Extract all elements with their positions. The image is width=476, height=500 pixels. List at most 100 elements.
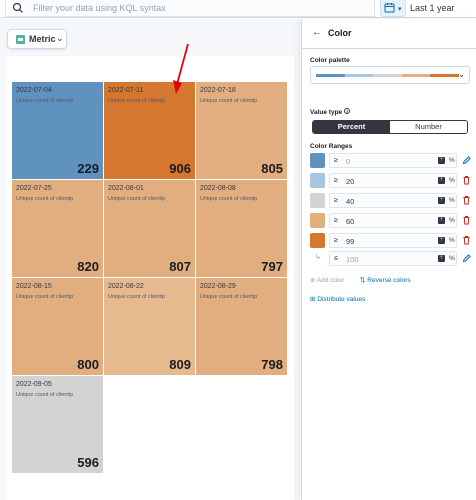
tile-value: 805 <box>261 161 283 176</box>
tile-value: 820 <box>77 259 99 274</box>
color-range-row: ≥20 ⇡% <box>310 173 470 189</box>
range-value-field[interactable]: ≥20 ⇡% <box>329 173 457 188</box>
date-range-label[interactable]: Last 1 year <box>410 3 455 13</box>
color-range-row: ≥60 ⇡% <box>310 213 470 229</box>
palette-segment <box>344 74 374 77</box>
help-icon[interactable]: ? <box>344 108 351 114</box>
auto-value-icon[interactable]: ⇡ <box>438 197 445 204</box>
metric-tile: 2022-07-04 Unique count of clientip 229 <box>12 82 104 180</box>
range-end-value: 100 <box>346 255 359 264</box>
tile-date: 2022-08-15 <box>16 283 52 290</box>
range-value-field[interactable]: ≥0 ⇡% <box>329 153 457 168</box>
tile-value: 906 <box>169 161 191 176</box>
corner-icon: ↳ <box>315 254 321 261</box>
value-type-number-button[interactable]: Number <box>390 121 467 133</box>
metric-tile: 2022-07-25 Unique count of clientip 820 <box>12 180 104 278</box>
palette-segment <box>316 74 345 77</box>
tile-value: 800 <box>77 357 99 372</box>
auto-value-icon[interactable]: ⇡ <box>438 255 445 262</box>
date-quick-menu-button[interactable]: ▾ <box>380 0 406 17</box>
color-range-row: ≥0 ⇡% <box>310 153 471 169</box>
range-color-swatch[interactable] <box>310 213 325 228</box>
workspace: Metric ⌄ 2022-07-04 Unique count of clien… <box>0 19 300 500</box>
tile-date: 2022-09-05 <box>16 381 52 388</box>
tile-metric-label: Unique count of clientip <box>200 294 258 300</box>
trash-icon[interactable] <box>462 175 471 185</box>
tile-metric-label: Unique count of clientip <box>16 294 74 300</box>
value-type-toggle: Percent Number <box>312 120 468 134</box>
flyout-header: ← Color <box>302 19 476 49</box>
trash-icon[interactable] <box>462 235 471 245</box>
pencil-icon[interactable] <box>462 155 471 165</box>
auto-value-icon[interactable]: ⇡ <box>438 237 445 244</box>
range-value: 20 <box>346 177 355 186</box>
color-range-row: ≥40 ⇡% <box>310 193 470 209</box>
trash-icon[interactable] <box>462 215 471 225</box>
range-value-field[interactable]: ≥60 ⇡% <box>329 213 457 228</box>
pencil-icon[interactable] <box>462 253 471 263</box>
metric-icon <box>16 35 25 44</box>
tile-date: 2022-07-18 <box>200 87 236 94</box>
reverse-colors-label: Reverse colors <box>367 277 411 284</box>
tile-date: 2022-07-25 <box>16 185 52 192</box>
value-type-percent-button[interactable]: Percent <box>313 121 390 133</box>
tile-value: 809 <box>169 357 191 372</box>
tile-date: 2022-07-04 <box>16 87 52 94</box>
metric-grid: 2022-07-04 Unique count of clientip 229 202… <box>6 56 294 500</box>
percent-symbol: % <box>449 177 455 184</box>
tile-metric-label: Unique count of clientip <box>108 294 166 300</box>
range-color-swatch[interactable] <box>310 153 325 168</box>
tile-date: 2022-07-11 <box>108 87 144 94</box>
trash-icon[interactable] <box>462 195 471 205</box>
metric-tile: 2022-08-22 Unique count of clientip 809 <box>104 278 196 376</box>
search-icon <box>12 2 23 13</box>
visualization-type-label: Metric <box>29 34 56 44</box>
tile-metric-label: Unique count of clientip <box>108 196 166 202</box>
tile-metric-label: Unique count of clientip <box>16 196 74 202</box>
color-palette-select[interactable]: ⌄ <box>310 66 470 84</box>
percent-symbol: % <box>449 255 455 262</box>
range-value-field[interactable]: ≥40 ⇡% <box>329 193 457 208</box>
greater-equal-symbol: ≥ <box>334 237 338 244</box>
palette-segment <box>401 74 431 77</box>
metric-tile: 2022-08-15 Unique count of clientip 800 <box>12 278 104 376</box>
greater-equal-symbol: ≥ <box>334 177 338 184</box>
distribute-values-button[interactable]: ⊞ Distribute values <box>310 295 365 303</box>
range-value: 60 <box>346 217 355 226</box>
auto-value-icon[interactable]: ⇡ <box>438 217 445 224</box>
auto-value-icon[interactable]: ⇡ <box>438 157 445 164</box>
kql-search-input[interactable]: Filter your data using KQL syntax <box>5 0 375 17</box>
color-flyout: ← Color Color palette ⌄ Value type? Perc… <box>301 19 476 500</box>
plus-icon: ⊕ <box>310 277 316 284</box>
arrow-left-icon[interactable]: ← <box>312 27 322 38</box>
tile-value: 596 <box>77 455 99 470</box>
palette-segment <box>373 74 402 77</box>
greater-equal-symbol: ≥ <box>334 157 338 164</box>
range-color-swatch[interactable] <box>310 173 325 188</box>
reverse-colors-button[interactable]: ⇅ Reverse colors <box>360 276 411 284</box>
metric-tile: 2022-08-08 Unique count of clientip 797 <box>196 180 288 278</box>
tile-value: 798 <box>261 357 283 372</box>
tile-value: 797 <box>261 259 283 274</box>
metric-tile: 2022-08-29 Unique count of clientip 798 <box>196 278 288 376</box>
percent-symbol: % <box>449 237 455 244</box>
visualization-type-button[interactable]: Metric ⌄ <box>7 29 67 49</box>
percent-symbol: % <box>449 157 455 164</box>
add-color-button[interactable]: ⊕ Add color <box>310 276 344 284</box>
greater-equal-symbol: ≥ <box>334 217 338 224</box>
tile-metric-label: Unique count of clientip <box>200 196 258 202</box>
range-color-swatch[interactable] <box>310 193 325 208</box>
range-color-swatch[interactable] <box>310 233 325 248</box>
range-end-row: ↳ ≤ 100 ⇡ % <box>310 251 471 267</box>
auto-value-icon[interactable]: ⇡ <box>438 177 445 184</box>
range-value: 40 <box>346 197 355 206</box>
metric-tile: 2022-07-11 Unique count of clientip 906 <box>104 82 196 180</box>
tile-value: 229 <box>77 161 99 176</box>
palette-preview <box>316 74 459 77</box>
range-end-field[interactable]: ≤ 100 ⇡ % <box>329 251 457 266</box>
value-type-label: Value type? <box>310 108 351 116</box>
chevron-down-icon: ▾ <box>398 6 402 13</box>
tile-metric-label: Unique count of clientip <box>16 98 74 104</box>
chevron-down-icon: ⌄ <box>56 33 64 43</box>
range-value-field[interactable]: ≥99 ⇡% <box>329 233 457 248</box>
